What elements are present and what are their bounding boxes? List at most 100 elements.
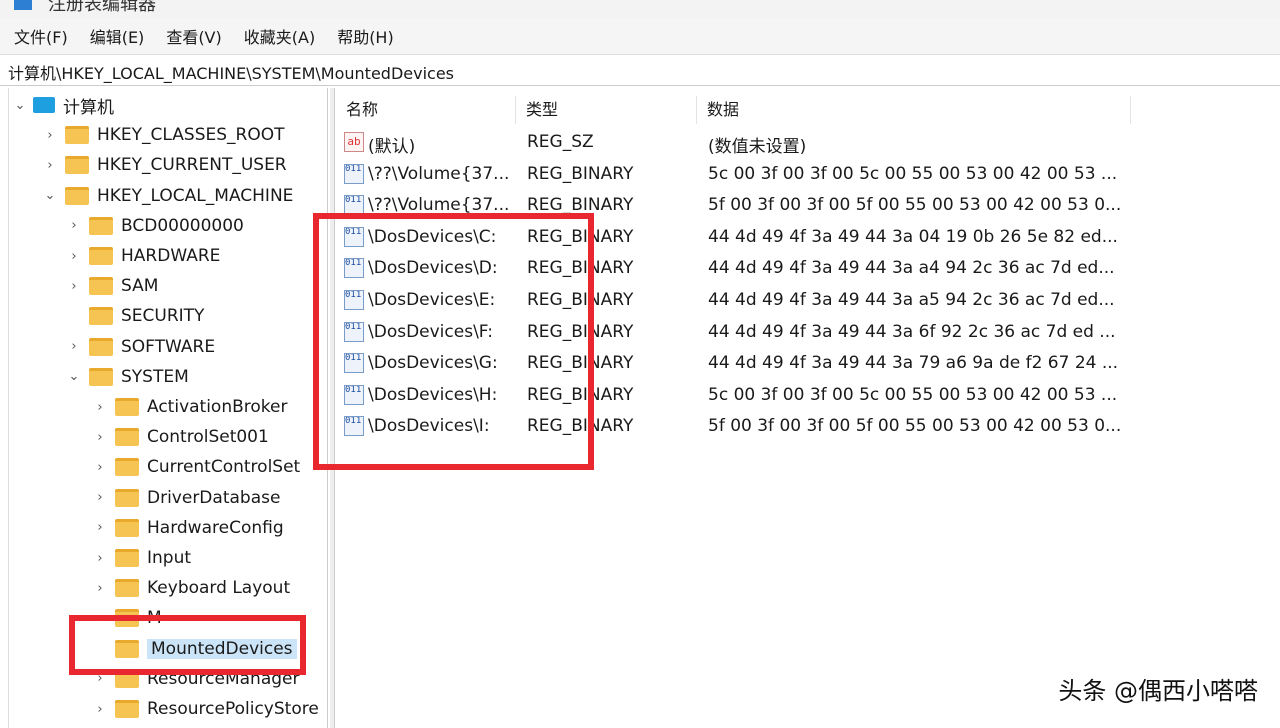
- tree-node-label: SOFTWARE: [121, 337, 215, 357]
- chevron-right-icon[interactable]: ›: [67, 249, 81, 264]
- highlight-box-values: [313, 213, 594, 470]
- chevron-right-icon[interactable]: ›: [67, 218, 81, 233]
- tree-node-label: Input: [147, 548, 191, 568]
- folder-icon: [65, 126, 89, 144]
- folder-icon: [89, 368, 113, 386]
- tree-node[interactable]: SECURITY: [67, 302, 204, 330]
- folder-icon: [115, 579, 139, 597]
- folder-icon: [65, 156, 89, 174]
- chevron-right-icon[interactable]: ›: [43, 128, 57, 143]
- tree-node[interactable]: › ControlSet001: [93, 423, 269, 451]
- tree-node[interactable]: › ActivationBroker: [93, 393, 287, 421]
- chevron-right-icon[interactable]: ›: [93, 702, 107, 717]
- folder-icon: [65, 187, 89, 205]
- chevron-right-icon[interactable]: ›: [93, 430, 107, 445]
- tree-node[interactable]: › BCD00000000: [67, 212, 244, 240]
- column-header-data[interactable]: 数据: [697, 96, 1131, 124]
- tree-node-label: SECURITY: [121, 306, 204, 326]
- tree-node[interactable]: › HKEY_CURRENT_USER: [43, 151, 287, 179]
- string-value-icon: ab: [344, 132, 364, 152]
- folder-icon: [89, 217, 113, 235]
- folder-icon: [89, 247, 113, 265]
- chevron-right-icon[interactable]: ›: [93, 581, 107, 596]
- menu-view[interactable]: 查看(V): [166, 24, 221, 48]
- folder-icon: [115, 700, 139, 718]
- value-name: (默认): [368, 132, 415, 157]
- binary-value-icon: 011 110: [344, 164, 364, 184]
- value-data: 5f 00 3f 00 3f 00 5f 00 55 00 53 00 42 0…: [708, 416, 1121, 436]
- tree-node[interactable]: ›HardwareConfig: [93, 514, 284, 542]
- menu-edit[interactable]: 编辑(E): [90, 24, 145, 48]
- chevron-down-icon[interactable]: ⌄: [67, 369, 81, 384]
- folder-icon: [89, 307, 113, 325]
- tree-node-label: HKEY_LOCAL_MACHINE: [97, 186, 293, 206]
- value-data: 5f 00 3f 00 3f 00 5f 00 55 00 53 00 42 0…: [708, 195, 1121, 215]
- folder-icon: [115, 398, 139, 416]
- menu-help[interactable]: 帮助(H): [337, 24, 394, 48]
- tree-node[interactable]: › SAM: [67, 272, 158, 300]
- tree-node[interactable]: › HARDWARE: [67, 242, 220, 270]
- chevron-right-icon[interactable]: ›: [67, 279, 81, 294]
- chevron-right-icon[interactable]: ›: [67, 339, 81, 354]
- column-header-type[interactable]: 类型: [516, 96, 697, 124]
- chevron-right-icon[interactable]: ›: [93, 400, 107, 415]
- value-data: 44 4d 49 4f 3a 49 44 3a a4 94 2c 36 ac 7…: [708, 258, 1115, 278]
- tree-node[interactable]: › Keyboard Layout: [93, 574, 290, 602]
- address-bar[interactable]: 计算机\HKEY_LOCAL_MACHINE\SYSTEM\MountedDev…: [0, 54, 1280, 86]
- value-data: (数值未设置): [708, 132, 806, 157]
- tree-node[interactable]: › ResourcePolicyStore: [93, 695, 319, 723]
- tree-node-label: ResourcePolicyStore: [147, 699, 319, 719]
- regedit-icon: [14, 0, 32, 10]
- folder-icon: [115, 458, 139, 476]
- tree-node-label: 计算机: [63, 93, 114, 118]
- menu-file[interactable]: 文件(F): [14, 24, 68, 48]
- tree-node-label: HARDWARE: [121, 246, 220, 266]
- folder-icon: [115, 428, 139, 446]
- menu-favorites[interactable]: 收藏夹(A): [244, 24, 315, 48]
- tree-node-label: HKEY_CURRENT_USER: [97, 155, 287, 175]
- tree-node[interactable]: ⌄ HKEY_LOCAL_MACHINE: [43, 182, 293, 210]
- value-row[interactable]: 011 110\??\Volume{37... REG_BINARY 5c 00 3…: [336, 160, 1136, 190]
- folder-icon: [115, 489, 139, 507]
- tree-node[interactable]: ⌄SYSTEM: [67, 363, 189, 391]
- value-data: 44 4d 49 4f 3a 49 44 3a 04 19 0b 26 5e 8…: [708, 227, 1118, 247]
- column-header-name[interactable]: 名称: [336, 96, 516, 124]
- value-data: 5c 00 3f 00 3f 00 5c 00 55 00 53 00 42 0…: [708, 164, 1117, 184]
- tree-node[interactable]: ⌄ 计算机: [13, 91, 114, 119]
- menu-bar: 文件(F) 编辑(E) 查看(V) 收藏夹(A) 帮助(H): [0, 18, 1280, 54]
- value-data: 44 4d 49 4f 3a 49 44 3a 79 a6 9a de f2 6…: [708, 353, 1118, 373]
- chevron-right-icon[interactable]: ›: [43, 158, 57, 173]
- tree-node-label: ActivationBroker: [147, 397, 287, 417]
- tree-node-label: SAM: [121, 276, 158, 296]
- chevron-down-icon[interactable]: ⌄: [13, 98, 27, 113]
- tree-node-label: ControlSet001: [147, 427, 269, 447]
- tree-node-label: Keyboard Layout: [147, 578, 290, 598]
- chevron-right-icon[interactable]: ›: [93, 520, 107, 535]
- tree-node[interactable]: › Input: [93, 544, 191, 572]
- tree-node[interactable]: › DriverDatabase: [93, 484, 280, 512]
- tree-node[interactable]: › SOFTWARE: [67, 333, 215, 361]
- title-bar: 注册表编辑器: [0, 0, 1280, 18]
- window-title: 注册表编辑器: [48, 0, 156, 16]
- tree-node-label: HKEY_CLASSES_ROOT: [97, 125, 285, 145]
- folder-icon: [115, 549, 139, 567]
- tree-node[interactable]: › CurrentControlSet: [93, 453, 300, 481]
- tree-node-label: BCD00000000: [121, 216, 244, 236]
- value-data: 5c 00 3f 00 3f 00 5c 00 55 00 53 00 42 0…: [708, 385, 1117, 405]
- chevron-right-icon[interactable]: ›: [93, 460, 107, 475]
- tree-node-label: CurrentControlSet: [147, 457, 300, 477]
- tree-node[interactable]: › HKEY_CLASSES_ROOT: [43, 121, 285, 149]
- tree-node-label: DriverDatabase: [147, 488, 280, 508]
- value-data: 44 4d 49 4f 3a 49 44 3a 6f 92 2c 36 ac 7…: [708, 322, 1116, 342]
- value-name: \??\Volume{37...: [368, 164, 509, 184]
- value-row[interactable]: ab(默认)REG_SZ(数值未设置): [336, 128, 1136, 158]
- chevron-down-icon[interactable]: ⌄: [43, 188, 57, 203]
- value-data: 44 4d 49 4f 3a 49 44 3a a5 94 2c 36 ac 7…: [708, 290, 1115, 310]
- highlight-box-mounteddevices: [69, 615, 306, 675]
- folder-icon: [89, 338, 113, 356]
- chevron-right-icon[interactable]: ›: [93, 490, 107, 505]
- value-type: REG_BINARY: [527, 164, 633, 184]
- chevron-right-icon[interactable]: ›: [93, 551, 107, 566]
- watermark: 头条 @偶西小嗒嗒: [1058, 671, 1258, 706]
- folder-icon: [115, 519, 139, 537]
